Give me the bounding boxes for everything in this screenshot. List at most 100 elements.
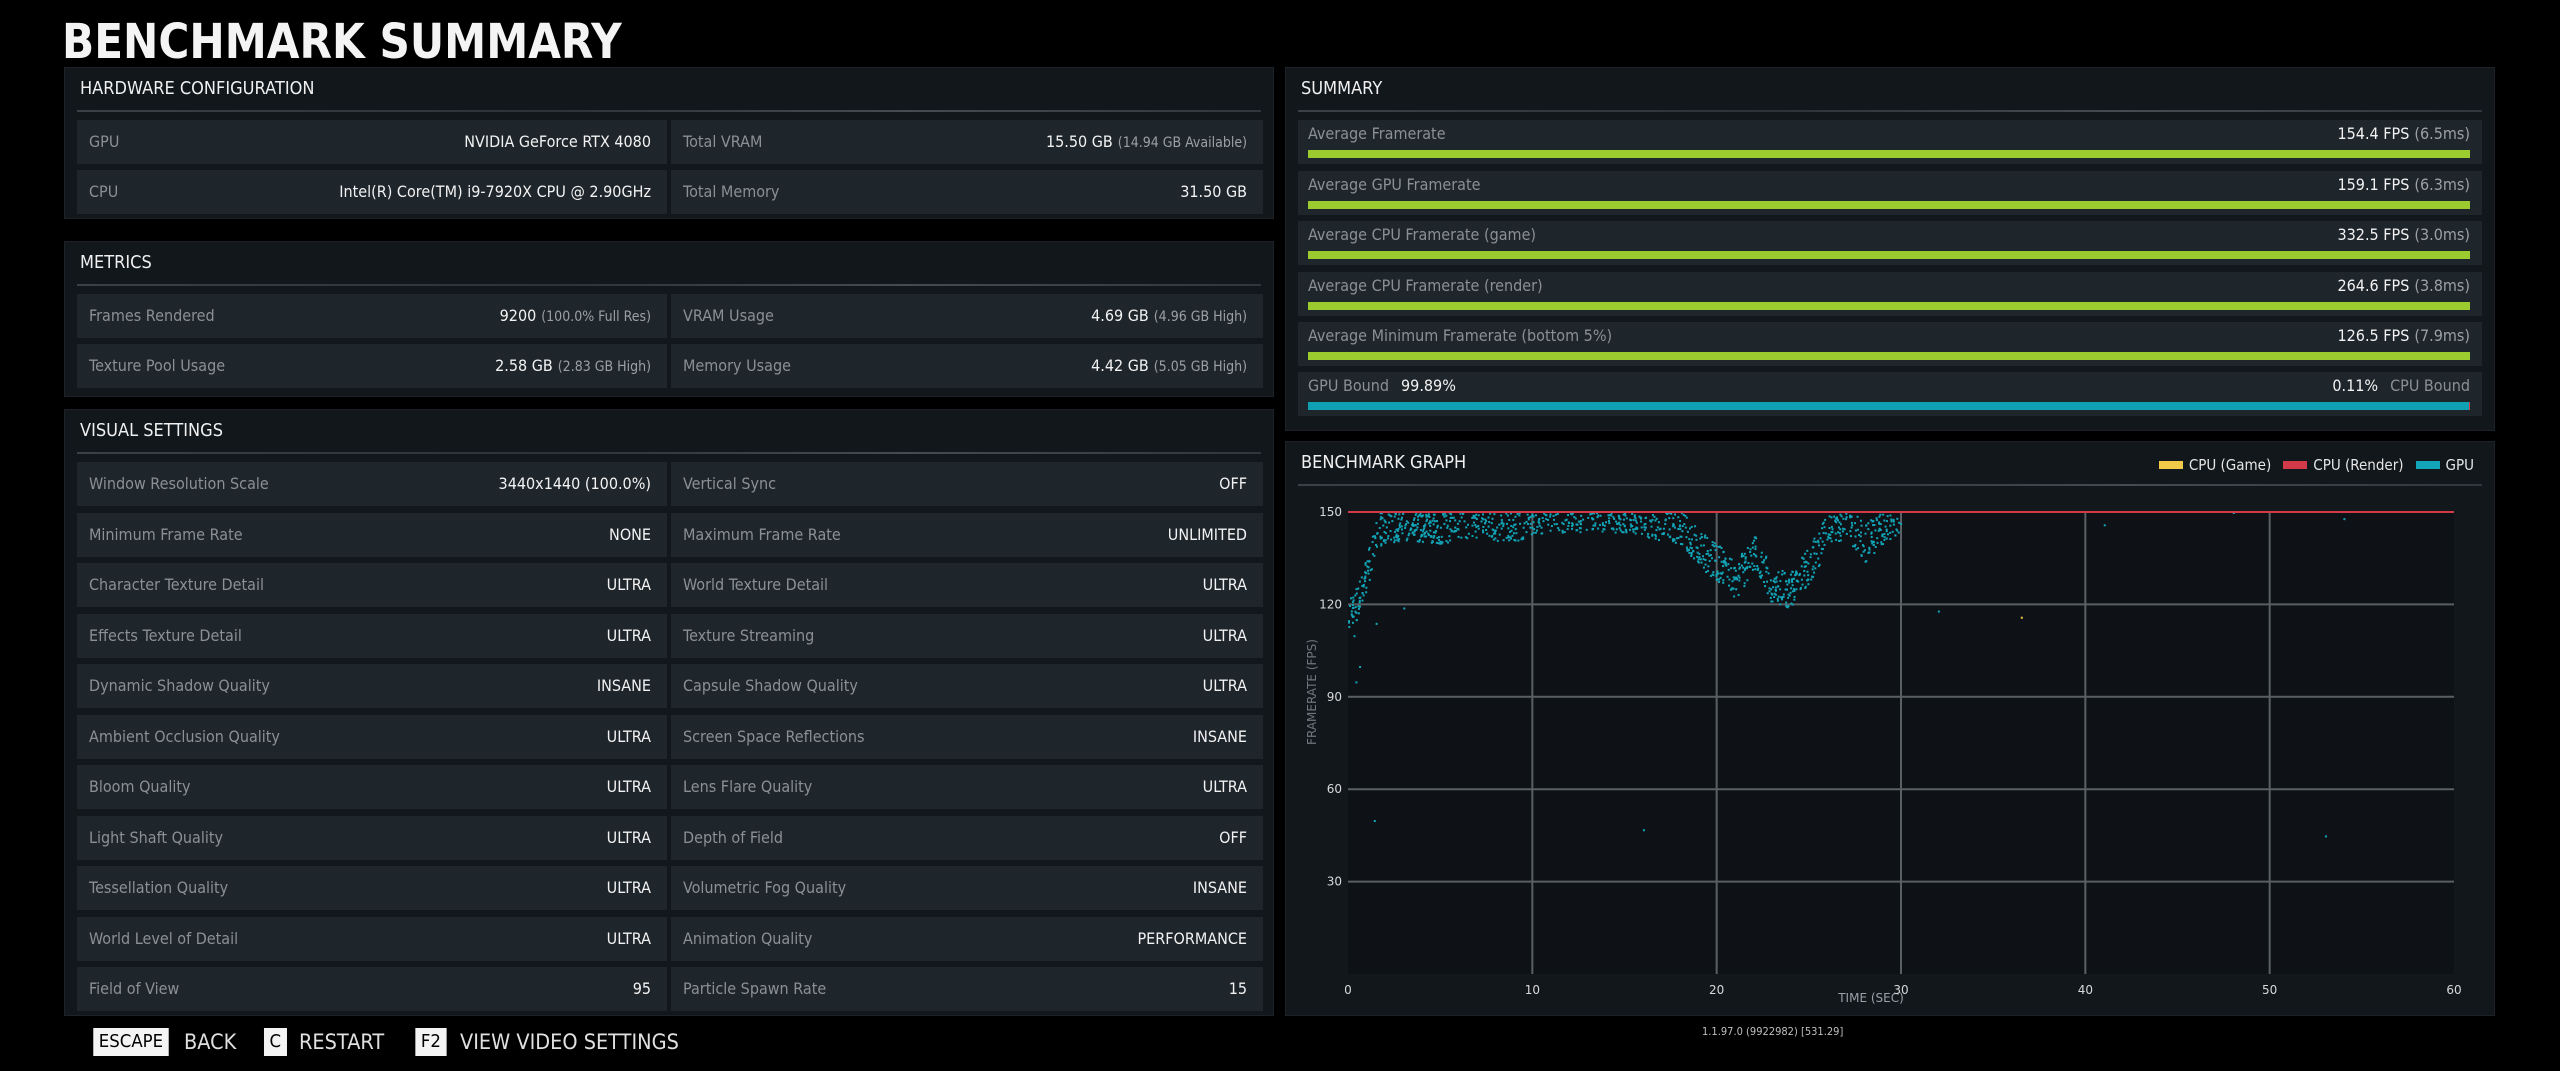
gpu-point [1732, 587, 1735, 590]
gpu-point [1839, 528, 1842, 531]
gpu-point [1527, 516, 1530, 519]
gpu-point [1440, 535, 1443, 538]
gpu-point [1849, 515, 1852, 518]
gpu-point [1722, 550, 1725, 553]
gpu-point [1752, 539, 1755, 542]
gpu-point [1695, 538, 1698, 541]
gpu-bound-bar [1308, 402, 2469, 410]
value-sub: (100.0% Full Res) [541, 309, 651, 325]
gpu-point [1880, 543, 1883, 546]
gpu-point [1817, 565, 1820, 568]
gpu-point [1751, 542, 1754, 545]
gpu-point [1574, 517, 1577, 520]
back-button[interactable]: BACK [184, 1030, 236, 1054]
gpu-point [1510, 524, 1513, 527]
c-key-badge[interactable]: C [263, 1028, 287, 1056]
restart-button[interactable]: RESTART [299, 1030, 384, 1054]
gpu-point [1619, 529, 1622, 532]
gpu-point [1776, 599, 1779, 602]
gpu-point [1828, 527, 1831, 530]
f2-key-badge[interactable]: F2 [415, 1028, 447, 1056]
gpu-point [1683, 523, 1686, 526]
gpu-point [1416, 522, 1419, 525]
gpu-point [1398, 524, 1401, 527]
gpu-point [1885, 520, 1888, 523]
gpu-point [1749, 565, 1752, 568]
gpu-point [1734, 569, 1737, 572]
setting-label: Ambient Occlusion Quality [89, 726, 280, 746]
value-sub: (5.05 GB High) [1153, 359, 1247, 375]
gpu-point [1477, 525, 1480, 528]
view-video-settings-button[interactable]: VIEW VIDEO SETTINGS [460, 1030, 679, 1054]
gpu-point [1831, 528, 1834, 531]
gpu-point [1870, 535, 1873, 538]
gpu-point [1601, 522, 1604, 525]
gpu-point [1439, 540, 1442, 543]
gpu-point [1751, 568, 1754, 571]
gpu-point [1868, 546, 1871, 549]
setting-row: Window Resolution Scale 3440x1440 (100.0%… [77, 462, 667, 506]
gpu-point [1871, 520, 1874, 523]
gpu-point [1490, 522, 1493, 525]
gpu-point [1892, 518, 1895, 521]
summary-value: 154.4 FPS (6.5ms) [2337, 124, 2470, 143]
gpu-point [1834, 532, 1837, 535]
gpu-point [1812, 565, 1815, 568]
gpu-point [1423, 535, 1426, 538]
gpu-point [1754, 545, 1757, 548]
gpu-point [1862, 545, 1865, 548]
gpu-point [1608, 514, 1611, 517]
gpu-point [1892, 520, 1895, 523]
gpu-point [1361, 592, 1364, 595]
gpu-point [1465, 526, 1468, 529]
gpu-point [1375, 545, 1378, 548]
gpu-point [1718, 556, 1721, 559]
value-main: 9200 [499, 306, 537, 325]
gpu-point [1872, 544, 1875, 547]
gpu-point [1715, 573, 1718, 576]
gpu-point [1417, 518, 1420, 521]
gpu-point [1558, 529, 1561, 532]
gpu-point [1733, 595, 1736, 598]
gpu-point [1565, 518, 1568, 521]
gpu-point [1350, 597, 1353, 600]
gpu-point [1397, 527, 1400, 530]
escape-key-badge[interactable]: ESCAPE [93, 1028, 169, 1056]
gpu-point [1500, 527, 1503, 530]
gpu-point [1791, 584, 1794, 587]
hardware-row-total-memory: Total Memory 31.50 GB [671, 170, 1263, 214]
gpu-point [1448, 535, 1451, 538]
gpu-point [1737, 574, 1740, 577]
gpu-point [1384, 541, 1387, 544]
gpu-point [1409, 529, 1412, 532]
gpu-point [1373, 535, 1376, 538]
gpu-point [1883, 536, 1886, 539]
gpu-point [1387, 535, 1390, 538]
gpu-point [1793, 595, 1796, 598]
value-sub: (4.96 GB High) [1153, 309, 1247, 325]
gpu-point [1351, 621, 1354, 624]
gpu-outlier-point [2324, 835, 2327, 838]
gpu-point [1803, 561, 1806, 564]
gpu-point [1435, 529, 1438, 532]
gpu-point [1438, 536, 1441, 539]
setting-row: Ambient Occlusion Quality ULTRA [77, 714, 667, 759]
gpu-point [1525, 520, 1528, 523]
setting-value: ULTRA [606, 928, 651, 948]
gpu-point [1582, 518, 1585, 521]
gpu-point [1359, 605, 1362, 608]
setting-row: World Texture Detail ULTRA [671, 563, 1263, 607]
metrics-row-memory-usage: Memory Usage 4.42 GB (5.05 GB High) [671, 344, 1263, 388]
gpu-outlier-point [1359, 666, 1362, 668]
gpu-point [1571, 522, 1574, 525]
gpu-point [1529, 526, 1532, 529]
hardware-row-gpu: GPU NVIDIA GeForce RTX 4080 [77, 120, 667, 164]
gpu-point [1754, 536, 1757, 539]
gpu-point [1413, 517, 1416, 520]
gpu-point [1484, 518, 1487, 521]
gpu-point [1579, 522, 1582, 525]
gpu-point [1436, 526, 1439, 529]
gpu-point [1394, 513, 1397, 516]
gpu-point [1512, 532, 1515, 535]
gpu-point [1603, 528, 1606, 531]
